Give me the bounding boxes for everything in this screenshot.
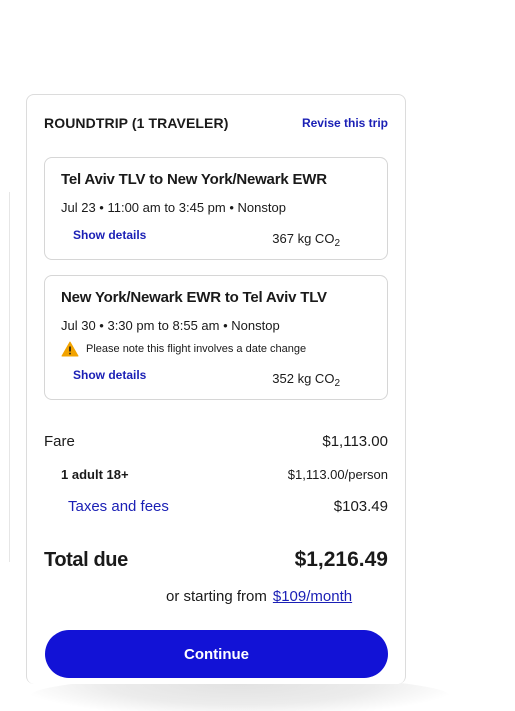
- flight-route: New York/Newark EWR to Tel Aviv TLV: [61, 289, 327, 306]
- outbound-flight-card: Tel Aviv TLV to New York/Newark EWR Jul …: [44, 157, 388, 260]
- show-details-link[interactable]: Show details: [73, 368, 146, 382]
- adult-fare-row: 1 adult 18+ $1,113.00/person: [61, 467, 388, 482]
- total-due-value: $1,216.49: [294, 548, 388, 571]
- monthly-payment-line: or starting from $109/month: [166, 588, 352, 605]
- flight-schedule: Jul 23 • 11:00 am to 3:45 pm • Nonstop: [61, 200, 286, 215]
- taxes-value: $103.49: [333, 498, 388, 515]
- total-due-label: Total due: [44, 548, 128, 571]
- revise-trip-link[interactable]: Revise this trip: [302, 116, 388, 130]
- co2-emissions: 352 kg CO2: [272, 371, 340, 389]
- date-change-text: Please note this flight involves a date …: [86, 343, 307, 355]
- trip-type-title: ROUNDTRIP (1 TRAVELER): [44, 115, 229, 131]
- taxes-and-fees-link[interactable]: Taxes and fees: [68, 498, 169, 515]
- monthly-payment-link[interactable]: $109/month: [273, 588, 352, 605]
- trip-summary-card: ROUNDTRIP (1 TRAVELER) Revise this trip …: [26, 94, 406, 684]
- co2-emissions: 367 kg CO2: [272, 231, 340, 249]
- flight-route: Tel Aviv TLV to New York/Newark EWR: [61, 171, 327, 188]
- adult-label: 1 adult 18+: [61, 467, 129, 482]
- fare-label: Fare: [44, 433, 75, 450]
- fare-value: $1,113.00: [322, 433, 388, 450]
- continue-button[interactable]: Continue: [45, 630, 388, 678]
- fare-row: Fare $1,113.00: [44, 433, 388, 450]
- adult-value: $1,113.00/person: [287, 467, 388, 482]
- show-details-link[interactable]: Show details: [73, 228, 146, 242]
- total-due-row: Total due $1,216.49: [44, 548, 388, 572]
- taxes-row: Taxes and fees $103.49: [68, 498, 388, 515]
- warning-icon: [61, 341, 79, 357]
- return-flight-card: New York/Newark EWR to Tel Aviv TLV Jul …: [44, 275, 388, 400]
- monthly-prefix: or starting from: [166, 588, 267, 605]
- page-divider-line: [9, 192, 10, 562]
- date-change-note: Please note this flight involves a date …: [61, 341, 306, 357]
- summary-header: ROUNDTRIP (1 TRAVELER) Revise this trip: [44, 115, 388, 131]
- flight-schedule: Jul 30 • 3:30 pm to 8:55 am • Nonstop: [61, 318, 280, 333]
